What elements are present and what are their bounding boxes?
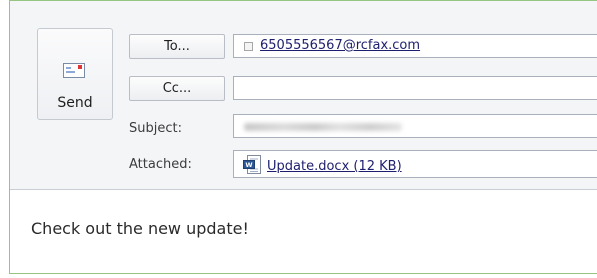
message-body[interactable]: Check out the new update! — [31, 219, 249, 238]
attached-field[interactable]: W Update.docx (12 KB) — [233, 150, 597, 178]
subject-redacted-text — [244, 123, 402, 131]
attached-label: Attached: — [129, 157, 192, 172]
recipient-checkbox[interactable] — [244, 42, 253, 51]
subject-label: Subject: — [129, 121, 182, 136]
compose-window: Send To... 6505556567@rcfax.com Cc... Su… — [9, 0, 597, 274]
subject-field[interactable] — [233, 114, 597, 138]
send-label: Send — [57, 95, 93, 111]
attachment-link[interactable]: Update.docx (12 KB) — [267, 159, 402, 174]
recipient-address[interactable]: 6505556567@rcfax.com — [260, 38, 420, 53]
send-envelope-icon — [63, 63, 85, 78]
to-button[interactable]: To... — [129, 34, 225, 59]
cc-button[interactable]: Cc... — [129, 76, 225, 101]
svg-text:W: W — [245, 161, 252, 169]
word-document-icon: W — [243, 155, 261, 174]
send-button[interactable]: Send — [37, 28, 113, 120]
to-field[interactable]: 6505556567@rcfax.com — [233, 34, 597, 58]
compose-header: Send To... 6505556567@rcfax.com Cc... Su… — [10, 1, 597, 190]
cc-field[interactable] — [233, 76, 597, 100]
